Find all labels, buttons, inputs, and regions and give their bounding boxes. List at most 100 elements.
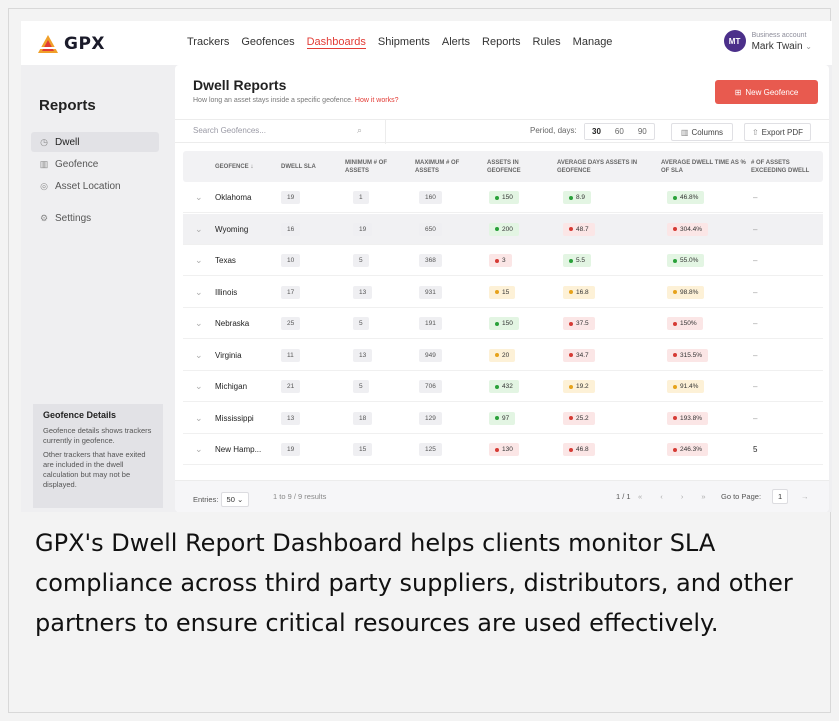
assets-in-geofence: 150 (489, 191, 519, 204)
avg-days-in-geofence: 16.8 (563, 285, 595, 299)
assets-in-geofence: 130 (489, 443, 519, 456)
column-header[interactable]: AVERAGE DWELL TIME AS % OF SLA (661, 151, 747, 182)
period-selector: 30 60 90 (584, 123, 655, 140)
nav-item-reports[interactable]: Reports (482, 36, 521, 49)
column-header[interactable]: # OF ASSETS EXCEEDING DWELL (751, 151, 823, 182)
pagination-arrows[interactable]: « ‹ › » (638, 492, 714, 501)
table-row[interactable]: ⌄ Illinois 17 13 931 15 16.8 98.8% – (183, 277, 823, 308)
chevron-down-icon[interactable]: ⌄ (195, 255, 203, 266)
avg-days-in-geofence: 25.2 (563, 411, 595, 425)
upload-icon: ⇧ (751, 127, 759, 137)
avg-dwell-pct-sla: 46.8% (667, 191, 705, 204)
nav-item-manage[interactable]: Manage (573, 36, 613, 49)
details-text: Other trackers that have exited are incl… (43, 450, 146, 489)
table-row[interactable]: ⌄ New Hamp... 19 15 125 130 46.8 246.3% 5 (183, 434, 823, 465)
period-30-button[interactable]: 30 (585, 124, 608, 139)
nav-item-shipments[interactable]: Shipments (378, 36, 430, 49)
assets-exceeding-dwell: – (753, 319, 758, 328)
table-row[interactable]: ⌄ Oklahoma 19 1 160 150 8.9 46.8% – (183, 182, 823, 213)
avatar[interactable]: MT (723, 30, 746, 52)
pin-icon: ◎ (40, 180, 48, 191)
sidebar-item-label: Dwell (55, 136, 80, 148)
chevron-down-icon[interactable]: ⌄ (195, 192, 203, 203)
sidebar-item-asset-location[interactable]: ◎ Asset Location (31, 176, 159, 196)
column-header[interactable]: AVERAGE DAYS ASSETS IN GEOFENCE (557, 151, 657, 182)
figure-caption: GPX's Dwell Report Dashboard helps clien… (35, 529, 793, 637)
arrow-right-icon[interactable]: → (801, 492, 809, 501)
export-pdf-button[interactable]: ⇧ Export PDF (744, 123, 811, 141)
avg-days-in-geofence: 8.9 (563, 191, 592, 204)
max-assets: 368 (419, 254, 442, 267)
assets-exceeding-dwell: – (753, 193, 758, 202)
chevron-down-icon[interactable]: ⌄ (195, 287, 203, 298)
column-header[interactable]: GEOFENCE ↓ (215, 151, 275, 182)
max-assets: 129 (419, 411, 442, 425)
column-header[interactable]: MINIMUM # OF ASSETS (345, 151, 411, 182)
search-icon[interactable]: ⌕ (357, 125, 362, 136)
table-row[interactable]: ⌄ Nebraska 25 5 191 150 37.5 150% – (183, 308, 823, 339)
min-assets: 19 (353, 222, 373, 236)
nav-item-dashboards[interactable]: Dashboards (306, 36, 366, 49)
column-header[interactable]: MAXIMUM # OF ASSETS (415, 151, 481, 182)
period-90-button[interactable]: 90 (631, 124, 654, 139)
geofence-name: Wyoming (215, 224, 249, 234)
assets-in-geofence: 200 (489, 222, 519, 236)
column-header[interactable]: ASSETS IN GEOFENCE (487, 151, 553, 182)
avg-days-in-geofence: 19.2 (563, 380, 595, 393)
account-type: Business account (751, 32, 807, 39)
avg-dwell-pct-sla: 315.5% (667, 348, 709, 362)
dwell-sla: 11 (281, 348, 300, 362)
column-header[interactable]: DWELL SLA (281, 151, 341, 182)
account-menu[interactable]: MT Business account Mark Twain ⌄ (723, 30, 812, 52)
table-footer: Entries: 50 ⌄ 1 to 9 / 9 results 1 / 1 «… (175, 480, 829, 512)
search-input[interactable]: Search Geofences... (193, 126, 266, 135)
table-row[interactable]: ⌄ Texas 10 5 368 3 5.5 55.0% – (183, 245, 823, 276)
nav-item-alerts[interactable]: Alerts (442, 36, 470, 49)
dwell-sla: 25 (281, 317, 301, 330)
table-row[interactable]: ⌄ Wyoming 16 19 650 200 48.7 304.4% – (183, 213, 823, 245)
max-assets: 931 (419, 285, 442, 299)
chevron-down-icon[interactable]: ⌄ (195, 318, 203, 329)
chevron-down-icon[interactable]: ⌄ (195, 413, 203, 424)
sidebar-item-dwell[interactable]: ◷ Dwell (31, 132, 159, 152)
chevron-down-icon[interactable]: ⌄ (195, 381, 203, 392)
goto-page-input[interactable]: 1 (772, 489, 789, 504)
assets-exceeding-dwell: – (753, 413, 758, 423)
details-text: Geofence details shows trackers currentl… (43, 426, 152, 445)
sidebar-item-geofence[interactable]: ▥ Geofence (31, 154, 159, 174)
geofence-name: Mississippi (215, 413, 254, 423)
assets-in-geofence: 150 (489, 317, 519, 330)
nav-item-geofences[interactable]: Geofences (241, 36, 294, 49)
columns-button[interactable]: ▥ Columns (671, 123, 733, 141)
period-60-button[interactable]: 60 (608, 124, 631, 139)
table-row[interactable]: ⌄ Michigan 21 5 706 432 19.2 91.4% – (183, 371, 823, 402)
geofence-name: Nebraska (215, 319, 250, 328)
top-navigation: GPX Trackers Geofences Dashboards Shipments… (21, 21, 832, 65)
logo[interactable]: GPX (38, 34, 105, 54)
chevron-down-icon[interactable]: ⌄ (195, 444, 203, 455)
brand-name: GPX (64, 34, 106, 54)
new-geofence-button[interactable]: ⊞ New Geofence (715, 80, 818, 104)
how-it-works-link[interactable]: How it works? (355, 97, 399, 104)
nav-item-trackers[interactable]: Trackers (187, 36, 229, 49)
assets-in-geofence: 15 (489, 285, 516, 299)
sidebar-item-settings[interactable]: ⚙ Settings (31, 208, 159, 228)
table-row[interactable]: ⌄ Mississippi 13 18 129 97 25.2 193.8% – (183, 403, 823, 434)
sidebar-item-label: Asset Location (55, 180, 121, 192)
geofence-name: Texas (215, 256, 236, 265)
chevron-down-icon: ⌄ (805, 42, 812, 51)
chevron-down-icon[interactable]: ⌄ (195, 350, 203, 361)
nav-item-rules[interactable]: Rules (533, 36, 561, 49)
assets-exceeding-dwell: – (753, 287, 758, 297)
page-info: 1 / 1 (616, 492, 631, 501)
assets-in-geofence: 20 (489, 348, 516, 362)
avg-dwell-pct-sla: 246.3% (667, 443, 709, 456)
table-row[interactable]: ⌄ Virginia 11 13 949 20 34.7 315.5% – (183, 340, 823, 371)
max-assets: 949 (419, 348, 442, 362)
avg-dwell-pct-sla: 193.8% (667, 411, 709, 425)
entries-select[interactable]: 50 ⌄ (220, 492, 250, 507)
avg-dwell-pct-sla: 91.4% (667, 380, 705, 393)
chevron-down-icon[interactable]: ⌄ (195, 224, 203, 235)
avg-dwell-pct-sla: 150% (667, 317, 703, 330)
assets-exceeding-dwell: – (753, 224, 758, 234)
